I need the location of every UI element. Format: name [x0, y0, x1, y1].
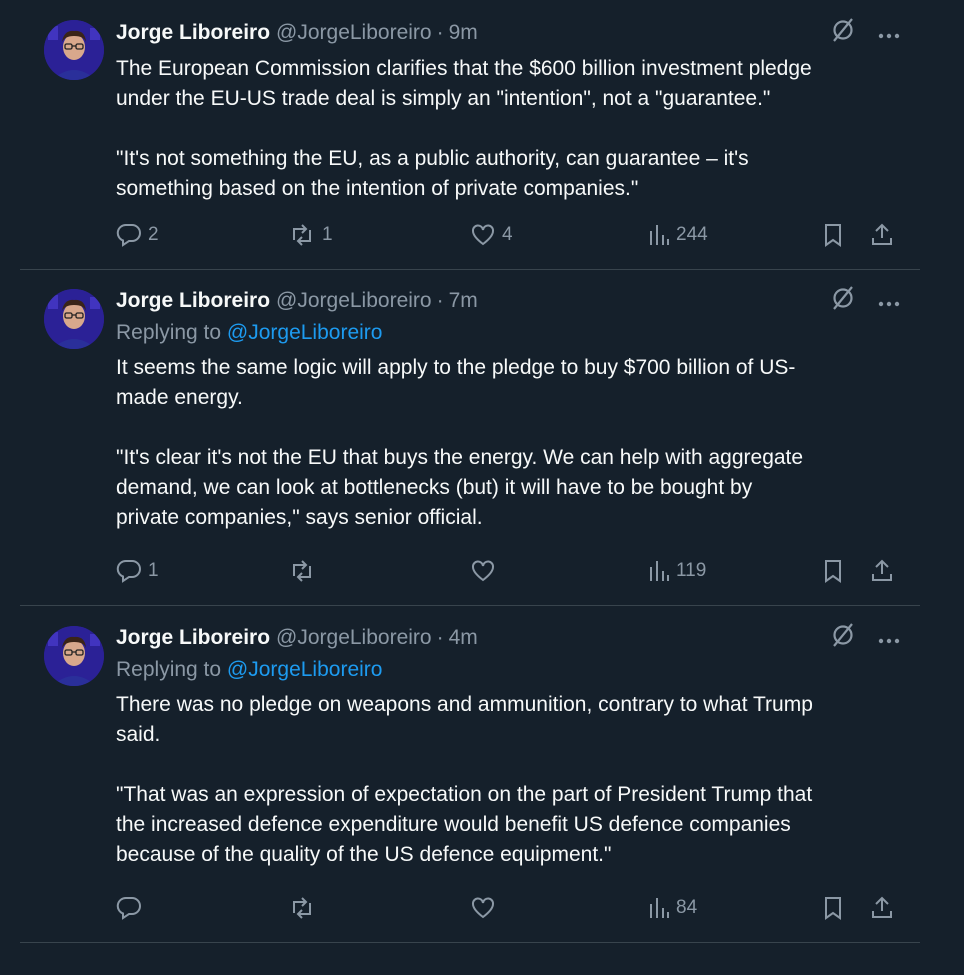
like-icon [470, 222, 496, 248]
views-count: 244 [676, 224, 708, 245]
more-icon[interactable] [878, 289, 900, 313]
like-icon [470, 895, 496, 921]
share-button[interactable] [870, 554, 894, 588]
reply-icon [116, 895, 142, 921]
header-icons [830, 18, 900, 48]
views-icon [648, 896, 670, 920]
repost-button[interactable] [288, 891, 322, 925]
author-name[interactable]: Jorge Liboreiro [116, 289, 270, 313]
share-button[interactable] [870, 891, 894, 925]
tweet-text: There was no pledge on weapons and ammun… [116, 693, 813, 866]
tweet-content: Jorge Liboreiro @JorgeLiboreiro · 9m The… [116, 18, 900, 204]
tweet-content: Jorge Liboreiro @JorgeLiboreiro · 7m Rep… [116, 286, 900, 533]
repost-icon [288, 558, 316, 584]
share-button[interactable] [870, 218, 894, 252]
tweet-timestamp[interactable]: 7m [449, 289, 478, 313]
action-bar: 1 119 [116, 554, 912, 588]
bookmark-icon [822, 222, 844, 248]
reply-count: 1 [148, 560, 159, 581]
like-button[interactable]: 4 [470, 218, 513, 252]
header-icons [830, 286, 900, 316]
tweet-timestamp[interactable]: 9m [449, 21, 478, 45]
timeline-feed: Jorge Liboreiro @JorgeLiboreiro · 9m The… [0, 0, 964, 975]
share-icon [870, 222, 894, 248]
avatar[interactable] [44, 626, 104, 686]
reply-icon [116, 558, 142, 584]
replying-to: Replying to @JorgeLiboreiro [116, 318, 900, 348]
author-handle[interactable]: @JorgeLiboreiro [276, 289, 432, 313]
author-handle[interactable]: @JorgeLiboreiro [276, 21, 432, 45]
like-count: 4 [502, 224, 513, 245]
repost-button[interactable] [288, 554, 322, 588]
views-button[interactable]: 119 [648, 554, 706, 588]
separator-dot: · [436, 21, 444, 44]
tweet-text: The European Commission clarifies that t… [116, 57, 812, 200]
repost-icon [288, 895, 316, 921]
like-button[interactable] [470, 554, 502, 588]
action-bar: 2 1 4 244 [116, 218, 912, 252]
views-count: 84 [676, 897, 698, 918]
tweet-header: Jorge Liboreiro @JorgeLiboreiro · 9m [116, 18, 900, 48]
reply-count: 2 [148, 224, 159, 245]
replying-to: Replying to @JorgeLiboreiro [116, 655, 900, 685]
bookmark-icon [822, 895, 844, 921]
header-icons [830, 623, 900, 653]
tweet-header: Jorge Liboreiro @JorgeLiboreiro · 7m [116, 286, 900, 316]
tweet-header: Jorge Liboreiro @JorgeLiboreiro · 4m [116, 623, 900, 653]
views-icon [648, 559, 670, 583]
replying-to-mention[interactable]: @JorgeLiboreiro [227, 321, 383, 344]
reply-button[interactable]: 1 [116, 554, 159, 588]
separator-dot: · [436, 626, 444, 649]
like-icon [470, 558, 496, 584]
tweet-content: Jorge Liboreiro @JorgeLiboreiro · 4m Rep… [116, 623, 900, 870]
grok-icon[interactable] [830, 17, 856, 49]
views-button[interactable]: 84 [648, 891, 697, 925]
repost-count: 1 [322, 224, 333, 245]
author-handle[interactable]: @JorgeLiboreiro [276, 626, 432, 650]
bookmark-button[interactable] [822, 554, 844, 588]
views-count: 119 [676, 560, 707, 581]
share-icon [870, 895, 894, 921]
views-icon [648, 223, 670, 247]
replying-to-label: Replying to [116, 321, 227, 344]
bookmark-button[interactable] [822, 891, 844, 925]
author-name[interactable]: Jorge Liboreiro [116, 626, 270, 650]
tweet[interactable]: Jorge Liboreiro @JorgeLiboreiro · 7m Rep… [20, 286, 920, 606]
views-button[interactable]: 244 [648, 218, 708, 252]
avatar[interactable] [44, 289, 104, 349]
grok-icon[interactable] [830, 285, 856, 317]
more-icon[interactable] [878, 626, 900, 650]
bookmark-button[interactable] [822, 218, 844, 252]
tweet-text: It seems the same logic will apply to th… [116, 356, 804, 529]
bookmark-icon [822, 558, 844, 584]
share-icon [870, 558, 894, 584]
repost-icon [288, 222, 316, 248]
reply-icon [116, 222, 142, 248]
replying-to-mention[interactable]: @JorgeLiboreiro [227, 658, 383, 681]
replying-to-label: Replying to [116, 658, 227, 681]
more-icon[interactable] [878, 21, 900, 45]
avatar[interactable] [44, 20, 104, 80]
like-button[interactable] [470, 891, 502, 925]
action-bar: 84 [116, 891, 912, 925]
repost-button[interactable]: 1 [288, 218, 333, 252]
tweet-timestamp[interactable]: 4m [449, 626, 478, 650]
reply-button[interactable] [116, 891, 148, 925]
reply-button[interactable]: 2 [116, 218, 159, 252]
tweet[interactable]: Jorge Liboreiro @JorgeLiboreiro · 9m The… [20, 18, 920, 270]
separator-dot: · [436, 289, 444, 312]
author-name[interactable]: Jorge Liboreiro [116, 21, 270, 45]
grok-icon[interactable] [830, 622, 856, 654]
tweet[interactable]: Jorge Liboreiro @JorgeLiboreiro · 4m Rep… [20, 623, 920, 943]
